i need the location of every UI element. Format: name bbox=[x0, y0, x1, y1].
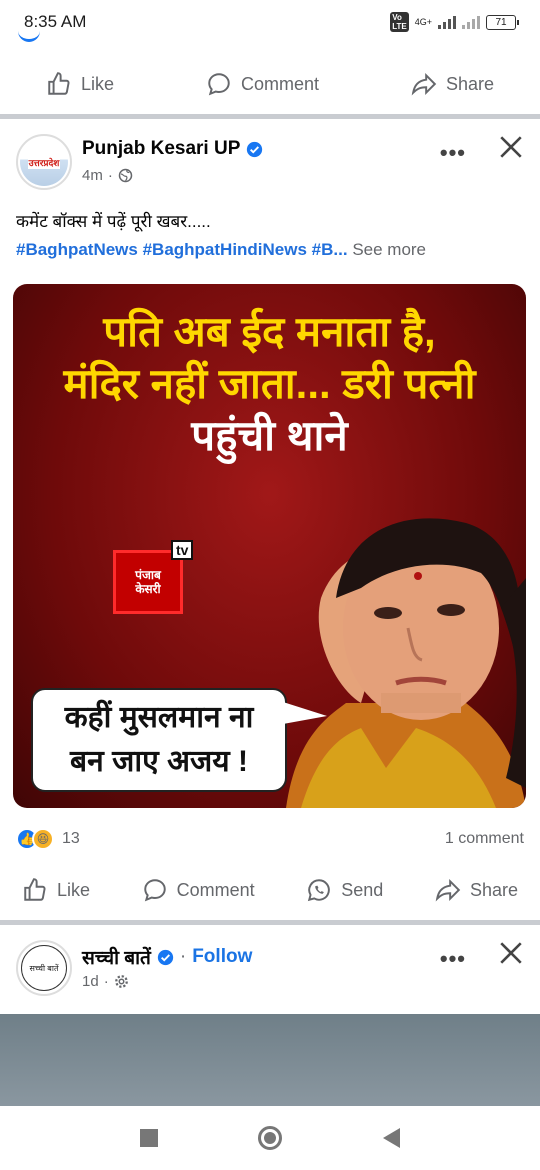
like-label: Like bbox=[57, 879, 91, 900]
post-meta: 4m · bbox=[82, 167, 133, 184]
woman-photo bbox=[286, 518, 526, 808]
page-avatar[interactable]: सच्ची बातें bbox=[16, 940, 72, 996]
comment-icon bbox=[208, 73, 230, 96]
recents-icon[interactable] bbox=[140, 1129, 159, 1147]
page-name[interactable]: Punjab Kesari UP bbox=[82, 138, 263, 160]
post-caption: कमेंट बॉक्स में पढ़ें पूरी खबर..... #Bag… bbox=[16, 208, 526, 264]
comment-button[interactable]: Comment bbox=[206, 71, 319, 97]
previous-post-actions: Like Comment Share bbox=[0, 56, 540, 112]
reaction-icons[interactable]: 👍 😆 bbox=[16, 828, 54, 850]
logo-line-1: पंजाब bbox=[135, 568, 161, 582]
logo-line-2: केसरी bbox=[135, 582, 161, 596]
see-more-link[interactable]: See more bbox=[352, 240, 426, 259]
send-label: Send bbox=[341, 879, 384, 900]
verified-badge-icon bbox=[247, 141, 263, 157]
send-button[interactable]: Send bbox=[306, 877, 383, 903]
signal-2-icon bbox=[462, 15, 480, 29]
bubble-line-1: कहीं मुसलमान ना bbox=[64, 701, 254, 734]
post-time[interactable]: 1d bbox=[82, 973, 99, 990]
share-label: Share bbox=[469, 879, 518, 900]
signal-icon bbox=[438, 15, 456, 29]
post-separator bbox=[0, 920, 540, 925]
close-icon[interactable] bbox=[498, 940, 524, 966]
haha-reaction-icon: 😆 bbox=[32, 828, 54, 850]
comment-icon bbox=[143, 879, 166, 902]
headline-line-2: मंदिर नहीं जाता... डरी पत्नी bbox=[63, 360, 476, 407]
verified-badge-icon bbox=[157, 949, 174, 965]
follow-button[interactable]: Follow bbox=[192, 946, 252, 968]
thumbs-up-icon bbox=[24, 878, 46, 901]
globe-icon bbox=[118, 168, 133, 183]
avatar-text: उत्तरप्रदेश bbox=[27, 155, 61, 169]
thumbs-up-icon bbox=[48, 72, 70, 95]
back-icon[interactable] bbox=[382, 1128, 400, 1148]
post-header: उत्तरप्रदेश Punjab Kesari UP 4m · ••• bbox=[0, 134, 540, 198]
status-bar: 8:35 AM Vo LTE 4G+ 71 bbox=[0, 0, 540, 44]
reactions-summary: 👍 😆 13 1 comment bbox=[16, 824, 524, 854]
post-actions: Like Comment Send Share bbox=[0, 862, 540, 918]
post-image[interactable] bbox=[0, 1014, 540, 1106]
whatsapp-icon bbox=[308, 879, 331, 902]
reaction-count[interactable]: 13 bbox=[62, 830, 80, 848]
share-button[interactable]: Share bbox=[411, 71, 494, 97]
page-name[interactable]: सच्ची बातें · Follow bbox=[82, 944, 252, 970]
caption-text: कमेंट बॉक्स में पढ़ें पूरी खबर..... bbox=[16, 212, 211, 231]
like-button[interactable]: Like bbox=[22, 877, 90, 903]
volte-icon: Vo LTE bbox=[390, 12, 409, 32]
image-headline: पति अब ईद मनाता है, मंदिर नहीं जाता... ड… bbox=[13, 306, 526, 462]
like-button[interactable]: Like bbox=[46, 71, 114, 97]
post-image[interactable]: पति अब ईद मनाता है, मंदिर नहीं जाता... ड… bbox=[13, 284, 526, 808]
speech-bubble: कहीं मुसलमान ना बन जाए अजय ! bbox=[31, 688, 287, 792]
network-label: 4G+ bbox=[414, 17, 432, 27]
share-icon bbox=[411, 72, 437, 96]
share-icon bbox=[435, 878, 461, 902]
status-time: 8:35 AM bbox=[24, 12, 87, 31]
close-icon[interactable] bbox=[498, 134, 524, 160]
comment-label: Comment bbox=[240, 73, 319, 94]
like-label: Like bbox=[80, 73, 114, 94]
hashtag-links[interactable]: #BaghpatNews #BaghpatHindiNews #B... bbox=[16, 240, 348, 259]
comment-count[interactable]: 1 comment bbox=[445, 830, 524, 848]
post-time[interactable]: 4m bbox=[82, 167, 103, 184]
post-separator bbox=[0, 114, 540, 119]
gear-icon bbox=[114, 975, 128, 988]
battery-icon: 71 bbox=[486, 14, 519, 30]
speech-bubble-tail bbox=[283, 702, 327, 724]
more-options-icon[interactable]: ••• bbox=[440, 140, 466, 166]
comment-button[interactable]: Comment bbox=[142, 877, 255, 903]
post-header: सच्ची बातें सच्ची बातें · Follow 1d · ••… bbox=[0, 940, 540, 1004]
share-button[interactable]: Share bbox=[435, 877, 518, 903]
page-name-text: सच्ची बातें bbox=[82, 948, 151, 969]
post-meta: 1d · bbox=[82, 973, 129, 990]
comment-label: Comment bbox=[176, 879, 255, 900]
headline-line-3: पहुंची थाने bbox=[191, 412, 348, 459]
page-avatar[interactable]: उत्तरप्रदेश bbox=[16, 134, 72, 190]
bubble-line-2: बन जाए अजय ! bbox=[70, 745, 248, 778]
home-icon[interactable] bbox=[258, 1126, 283, 1150]
more-options-icon[interactable]: ••• bbox=[440, 946, 466, 972]
logo-tv-badge: tv bbox=[171, 540, 194, 560]
status-icons: Vo LTE 4G+ 71 bbox=[390, 12, 519, 32]
battery-level: 71 bbox=[495, 16, 507, 28]
avatar-text: सच्ची बातें bbox=[29, 963, 59, 973]
system-navigation-bar bbox=[0, 1106, 540, 1170]
page-name-text: Punjab Kesari UP bbox=[82, 138, 241, 159]
share-label: Share bbox=[445, 73, 494, 94]
headline-line-1: पति अब ईद मनाता है, bbox=[103, 308, 436, 355]
